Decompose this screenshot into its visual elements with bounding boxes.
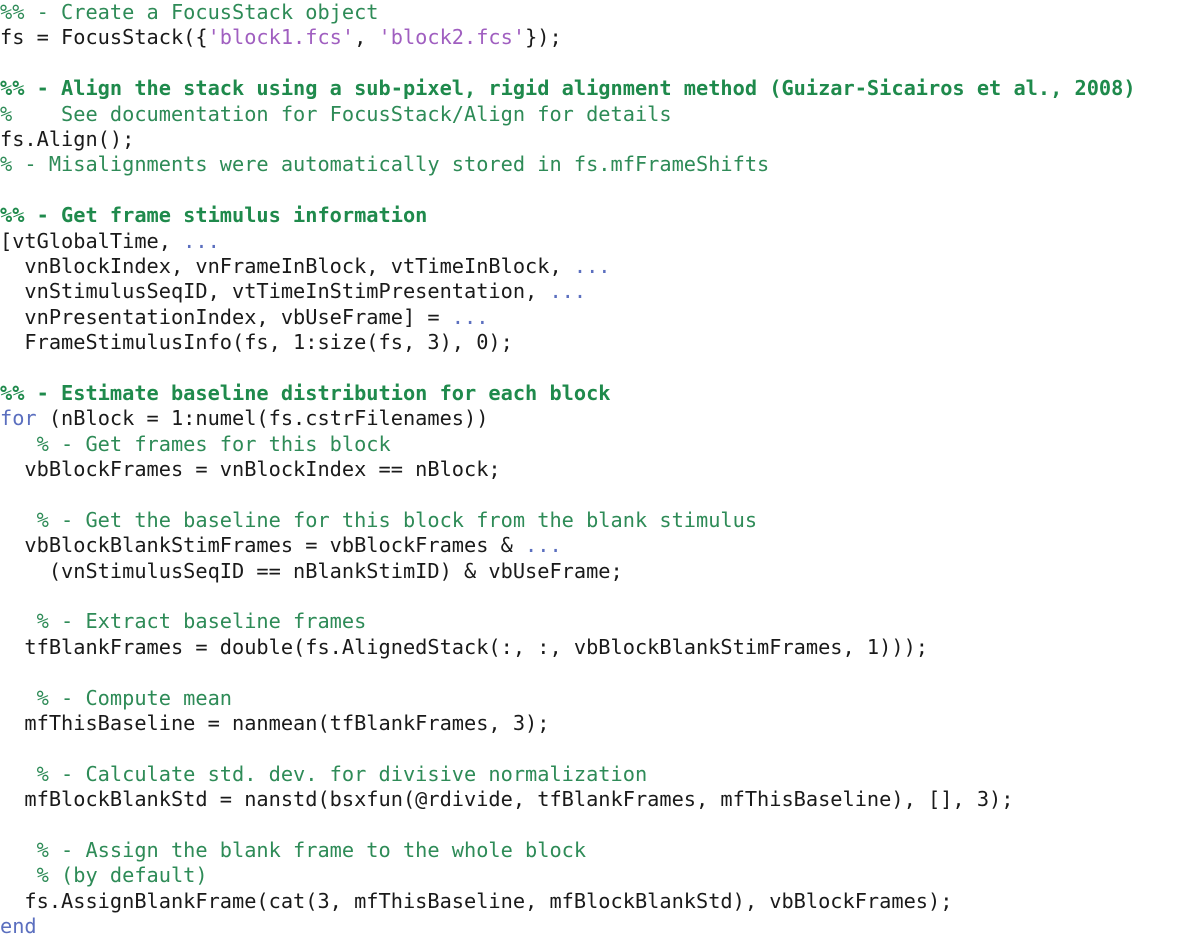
code-line: tfBlankFrames = double(fs.AlignedStack(:… xyxy=(0,635,1200,660)
code-line: % - Get frames for this block xyxy=(0,432,1200,457)
code-token-comment: % - Get frames for this block xyxy=(0,431,391,456)
code-line: [vtGlobalTime, ... xyxy=(0,229,1200,254)
code-line: % See documentation for FocusStack/Align… xyxy=(0,102,1200,127)
code-token-plain: fs = FocusStack({ xyxy=(0,25,208,50)
code-token-plain: [vtGlobalTime, xyxy=(0,228,184,253)
code-token-cont: ... xyxy=(573,253,611,278)
code-line: mfBlockBlankStd = nanstd(bsxfun(@rdivide… xyxy=(0,787,1200,812)
code-line: % - Extract baseline frames xyxy=(0,609,1200,634)
code-line: %% - Estimate baseline distribution for … xyxy=(0,381,1200,406)
code-token-comment: % (by default) xyxy=(0,863,208,888)
code-token-comment: %% - Create a FocusStack object xyxy=(0,0,379,24)
code-line: vnStimulusSeqID, vtTimeInStimPresentatio… xyxy=(0,279,1200,304)
code-token-comment: % - Misalignments were automatically sto… xyxy=(0,152,770,177)
code-token-comment: % See documentation for FocusStack/Align… xyxy=(0,101,672,126)
code-token-section: %% - Get frame stimulus information xyxy=(0,203,428,228)
code-line: end xyxy=(0,914,1200,939)
code-token-string: 'block2.fcs' xyxy=(378,25,526,50)
code-token-comment: % - Compute mean xyxy=(0,685,232,710)
code-token-section: %% - Align the stack using a sub-pixel, … xyxy=(0,76,1136,101)
code-line: %% - Create a FocusStack object xyxy=(0,0,1200,25)
code-line: vnPresentationIndex, vbUseFrame] = ... xyxy=(0,305,1200,330)
code-token-plain: vnBlockIndex, vnFrameInBlock, vtTimeInBl… xyxy=(0,253,574,278)
code-token-plain: fs.AssignBlankFrame(cat(3, mfThisBaselin… xyxy=(0,888,953,913)
code-line: vbBlockBlankStimFrames = vbBlockFrames &… xyxy=(0,533,1200,558)
code-token-keyword: end xyxy=(0,914,37,939)
code-line: mfThisBaseline = nanmean(tfBlankFrames, … xyxy=(0,711,1200,736)
code-token-cont: ... xyxy=(183,228,220,253)
code-token-plain: vbBlockBlankStimFrames = vbBlockFrames & xyxy=(0,533,526,558)
matlab-code-listing[interactable]: %% - Create a FocusStack object fs = Focu… xyxy=(0,0,1200,944)
code-line: fs.Align(); xyxy=(0,127,1200,152)
code-line: fs = FocusStack({'block1.fcs', 'block2.f… xyxy=(0,25,1200,50)
code-token-cont: ... xyxy=(451,304,489,329)
code-line: % (by default) xyxy=(0,863,1200,888)
code-token-plain: FrameStimulusInfo(fs, 1:size(fs, 3), 0); xyxy=(0,330,513,355)
code-token-plain: vnPresentationIndex, vbUseFrame] = xyxy=(0,304,452,329)
code-token-plain: (vnStimulusSeqID == nBlankStimID) & vbUs… xyxy=(0,558,623,583)
code-token-comment: % - Calculate std. dev. for divisive nor… xyxy=(0,761,648,786)
code-token-keyword: for xyxy=(0,406,37,431)
code-line: (vnStimulusSeqID == nBlankStimID) & vbUs… xyxy=(0,559,1200,584)
code-token-plain: (nBlock = 1:numel(fs.cstrFilenames)) xyxy=(36,406,489,431)
code-line: % - Calculate std. dev. for divisive nor… xyxy=(0,762,1200,787)
code-token-plain: vnStimulusSeqID, vtTimeInStimPresentatio… xyxy=(0,279,550,304)
code-token-section: %% - Estimate baseline distribution for … xyxy=(0,380,611,405)
code-line: %% - Get frame stimulus information xyxy=(0,203,1200,228)
code-line: vnBlockIndex, vnFrameInBlock, vtTimeInBl… xyxy=(0,254,1200,279)
code-line: vbBlockFrames = vnBlockIndex == nBlock; xyxy=(0,457,1200,482)
code-line: % - Get the baseline for this block from… xyxy=(0,508,1200,533)
code-token-comment: % - Get the baseline for this block from… xyxy=(0,507,758,532)
code-line: %% - Align the stack using a sub-pixel, … xyxy=(0,76,1200,101)
code-line: for (nBlock = 1:numel(fs.cstrFilenames)) xyxy=(0,406,1200,431)
code-token-plain: mfBlockBlankStd = nanstd(bsxfun(@rdivide… xyxy=(0,787,1014,812)
code-token-plain: }); xyxy=(525,25,562,50)
code-token-plain: mfThisBaseline = nanmean(tfBlankFrames, … xyxy=(0,710,550,735)
code-token-cont: ... xyxy=(525,533,562,558)
code-line: % - Misalignments were automatically sto… xyxy=(0,152,1200,177)
code-line: FrameStimulusInfo(fs, 1:size(fs, 3), 0); xyxy=(0,330,1200,355)
code-token-comment: % - Extract baseline frames xyxy=(0,609,367,634)
code-token-cont: ... xyxy=(549,279,587,304)
code-token-plain: tfBlankFrames = double(fs.AlignedStack(:… xyxy=(0,634,928,659)
code-token-plain: fs.Align(); xyxy=(0,126,135,151)
code-line: % - Assign the blank frame to the whole … xyxy=(0,838,1200,863)
code-token-comment: % - Assign the blank frame to the whole … xyxy=(0,837,587,862)
code-token-string: 'block1.fcs' xyxy=(207,25,355,50)
code-line: fs.AssignBlankFrame(cat(3, mfThisBaselin… xyxy=(0,889,1200,914)
code-token-plain: vbBlockFrames = vnBlockIndex == nBlock; xyxy=(0,457,501,482)
code-token-plain: , xyxy=(354,25,379,50)
code-line: % - Compute mean xyxy=(0,686,1200,711)
